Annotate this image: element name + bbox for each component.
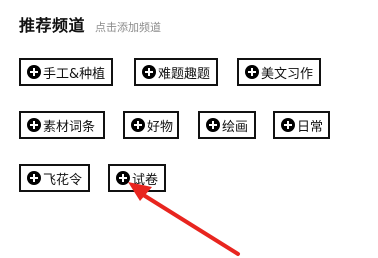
plus-circle-icon — [245, 65, 259, 79]
plus-circle-icon — [142, 65, 156, 79]
channel-chip-drawing[interactable]: 绘画 — [198, 111, 256, 139]
channel-label: 好物 — [147, 119, 174, 135]
channel-label: 绘画 — [222, 119, 249, 135]
channel-chip-daily[interactable]: 日常 — [273, 111, 330, 139]
section-header: 推荐频道 点击添加频道 — [19, 12, 161, 36]
channel-chip-handcraft[interactable]: 手工&种植 — [19, 58, 113, 86]
plus-circle-icon — [206, 118, 220, 132]
channel-chip-materials[interactable]: 素材词条 — [19, 111, 105, 139]
channel-chip-goods[interactable]: 好物 — [123, 111, 179, 139]
annotation-arrow-shaft — [135, 189, 240, 256]
channel-label: 素材词条 — [43, 119, 96, 135]
channel-label: 日常 — [297, 119, 324, 135]
plus-circle-icon — [27, 118, 41, 132]
plus-circle-icon — [131, 118, 145, 132]
plus-circle-icon — [281, 118, 295, 132]
channel-chip-poetry[interactable]: 飞花令 — [19, 164, 90, 192]
section-hint: 点击添加频道 — [95, 21, 162, 34]
channel-label: 飞花令 — [43, 172, 83, 188]
plus-circle-icon — [116, 171, 130, 185]
channel-chip-puzzles[interactable]: 难题趣题 — [134, 58, 218, 86]
channel-chip-essays[interactable]: 美文习作 — [237, 58, 321, 86]
channel-label: 手工&种植 — [43, 66, 106, 82]
plus-circle-icon — [27, 171, 41, 185]
section-title: 推荐频道 — [19, 16, 86, 35]
channel-label: 试卷 — [132, 172, 159, 188]
channel-label: 难题趣题 — [158, 66, 211, 82]
channel-label: 美文习作 — [261, 66, 314, 82]
plus-circle-icon — [27, 65, 41, 79]
channel-chip-exam[interactable]: 试卷 — [108, 164, 166, 192]
